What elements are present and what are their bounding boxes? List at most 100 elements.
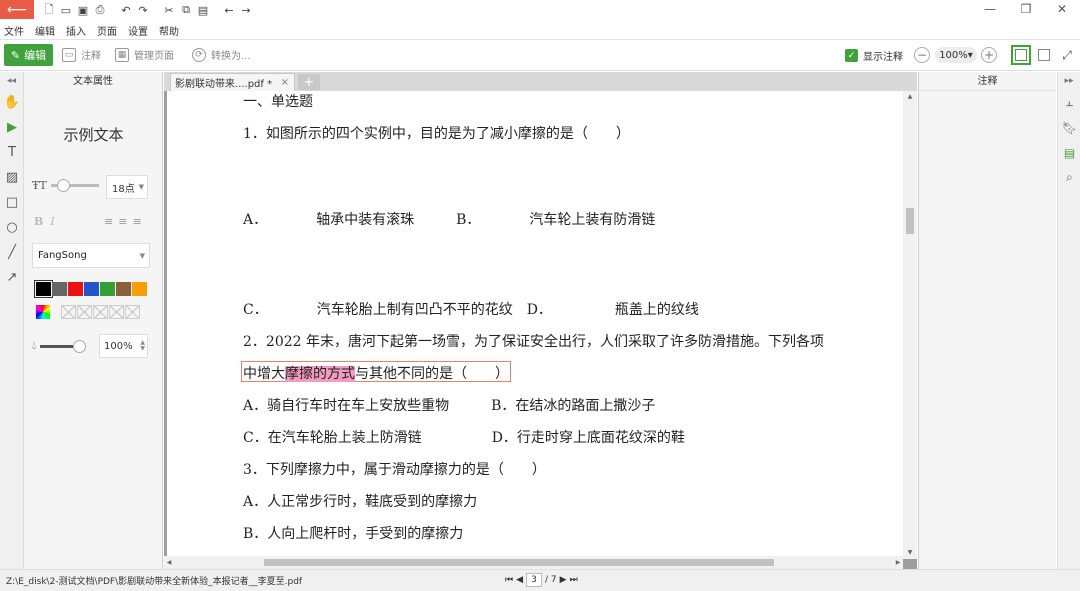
expand-icon: ⤢	[1062, 47, 1072, 62]
scroll-right-icon[interactable]: ▶	[893, 556, 903, 569]
zoom-in-button[interactable]: +	[981, 47, 997, 63]
undo-icon[interactable]: ↶	[119, 3, 133, 17]
scroll-left-icon[interactable]: ◀	[164, 556, 174, 569]
align-center-icon[interactable]: ≡	[118, 215, 127, 228]
opacity-slider[interactable]	[40, 339, 87, 353]
cut-icon[interactable]: ✂	[162, 3, 176, 17]
color-swatch-blue[interactable]	[84, 282, 99, 296]
text-tool-icon[interactable]: T	[0, 140, 24, 165]
font-family-value: FangSong	[38, 250, 87, 261]
two-page-view-button[interactable]	[1034, 45, 1054, 65]
fit-width-icon	[1015, 49, 1027, 61]
back-arrow-icon[interactable]: ←	[222, 3, 236, 17]
ellipse-tool-icon[interactable]: ○	[0, 215, 24, 240]
align-right-icon[interactable]: ≡	[132, 215, 141, 228]
show-annotations-toggle[interactable]: ✓ 显示注释	[845, 48, 903, 63]
horizontal-scrollbar[interactable]: ◀ ▶	[164, 556, 903, 569]
menu-help[interactable]: 帮助	[159, 23, 179, 38]
page-number-input[interactable]: 3	[526, 573, 543, 587]
restore-icon[interactable]: ❐	[1008, 0, 1044, 18]
new-file-icon[interactable]: 🗋	[42, 3, 56, 17]
search-icon[interactable]: ⌕	[1058, 165, 1080, 190]
tab-document[interactable]: 影剧联动带来....pdf * ×	[170, 73, 295, 91]
first-page-icon[interactable]: ⏮	[505, 575, 513, 585]
collapse-right-icon[interactable]: ▸▸	[1058, 72, 1080, 90]
quick-access-toolbar: 🗋 ▭ ▣ ⎙ ↶ ↷ ✂ ⧉ ▤ ← →	[42, 3, 253, 17]
slider-knob[interactable]	[56, 179, 70, 192]
highlighted-text[interactable]: 摩擦的方式	[285, 366, 355, 382]
opacity-input[interactable]: 100% ▲ ▼	[99, 334, 148, 358]
color-swatch-black[interactable]	[34, 280, 53, 298]
manage-pages-button[interactable]: ▦ 管理页面	[115, 47, 174, 62]
empty-swatch[interactable]	[125, 305, 140, 319]
next-page-icon[interactable]: ▶	[560, 575, 567, 585]
thumbnails-icon[interactable]: ⫠	[1058, 90, 1080, 115]
fit-width-button[interactable]	[1011, 45, 1031, 65]
pencil-icon: ✎	[10, 48, 21, 62]
color-swatch-gray[interactable]	[52, 282, 67, 296]
prev-page-icon[interactable]: ◀	[516, 575, 523, 585]
redo-icon[interactable]: ↷	[136, 3, 150, 17]
bookmark-icon[interactable]: 🔖︎	[1058, 115, 1080, 140]
font-size-slider[interactable]	[50, 179, 99, 192]
convert-button[interactable]: ⟳ 转换为...	[192, 47, 251, 62]
right-tool-strip: ▸▸ ⫠ 🔖︎ ▤ ⌕	[1057, 72, 1080, 569]
font-family-select[interactable]: FangSong ▼	[32, 243, 150, 268]
zoom-out-button[interactable]: −	[914, 47, 930, 63]
select-tool-icon[interactable]: ▶	[0, 115, 24, 140]
menu-insert[interactable]: 插入	[66, 23, 86, 38]
close-tab-icon[interactable]: ×	[281, 77, 289, 88]
color-swatch-red[interactable]	[68, 282, 83, 296]
arrow-tool-icon[interactable]: ↗	[0, 265, 24, 290]
menu-edit[interactable]: 编辑	[35, 23, 55, 38]
empty-swatch[interactable]	[109, 305, 124, 319]
line-tool-icon[interactable]: ╱	[0, 240, 24, 265]
edit-button[interactable]: ✎ 编辑	[4, 44, 53, 66]
add-tab-button[interactable]: +	[298, 74, 320, 90]
question-2-line-2[interactable]: 中增大摩擦的方式与其他不同的是（ ）	[243, 363, 509, 383]
fullscreen-button[interactable]: ⤢	[1057, 45, 1077, 65]
bold-icon[interactable]: B	[34, 215, 43, 228]
print-icon[interactable]: ⎙	[93, 3, 107, 17]
color-picker-icon[interactable]	[36, 305, 50, 319]
scroll-down-icon[interactable]: ▼	[903, 547, 917, 557]
image-tool-icon[interactable]: ▨	[0, 165, 24, 190]
scrollbar-thumb[interactable]	[906, 208, 914, 234]
collapse-left-icon[interactable]: ◂◂	[0, 72, 23, 90]
slider-knob[interactable]	[73, 339, 87, 353]
file-path: Z:\E_disk\2-测试文档\PDF\影剧联动带来全新体验_本报记者__李夏…	[6, 577, 303, 587]
color-swatch-green[interactable]	[100, 282, 115, 296]
color-swatch-orange[interactable]	[132, 282, 147, 296]
forward-arrow-icon[interactable]: →	[239, 3, 253, 17]
font-size-select[interactable]: 18点 ▼	[106, 175, 148, 199]
minimize-icon[interactable]: —	[972, 0, 1008, 18]
save-icon[interactable]: ▣	[76, 3, 90, 17]
empty-swatch[interactable]	[93, 305, 108, 319]
rectangle-tool-icon[interactable]: □	[0, 190, 24, 215]
font-size-icon: ŦT	[32, 179, 47, 192]
italic-icon[interactable]: I	[50, 215, 54, 228]
color-swatch-brown[interactable]	[116, 282, 131, 296]
empty-swatch[interactable]	[77, 305, 92, 319]
back-button[interactable]: ⟵	[0, 0, 34, 19]
menu-page[interactable]: 页面	[97, 23, 117, 38]
scrollbar-thumb[interactable]	[264, 559, 774, 566]
paste-icon[interactable]: ▤	[196, 3, 210, 17]
open-folder-icon[interactable]: ▭	[59, 3, 73, 17]
spinner-icon[interactable]: ▲ ▼	[140, 340, 145, 352]
vertical-scrollbar[interactable]: ▲ ▼	[903, 91, 917, 559]
close-icon[interactable]: ✕	[1044, 0, 1080, 18]
menu-settings[interactable]: 设置	[128, 23, 148, 38]
empty-swatch[interactable]	[61, 305, 76, 319]
annotate-button[interactable]: ▭ 注释	[62, 47, 101, 62]
pdf-page[interactable]: 一、单选题 1．如图所示的四个实例中，目的是为了减小摩擦的是（ ） A． 轴承中…	[167, 91, 903, 559]
last-page-icon[interactable]: ⏭	[570, 575, 578, 585]
zoom-level-select[interactable]: 100% ▾	[935, 47, 977, 63]
scroll-up-icon[interactable]: ▲	[903, 91, 917, 101]
hand-tool-icon[interactable]: ✋	[0, 90, 24, 115]
copy-icon[interactable]: ⧉	[179, 3, 193, 17]
checkbox-checked-icon[interactable]: ✓	[845, 49, 858, 62]
align-left-icon[interactable]: ≡	[104, 215, 113, 228]
menu-file[interactable]: 文件	[4, 23, 24, 38]
comments-icon[interactable]: ▤	[1058, 140, 1080, 165]
